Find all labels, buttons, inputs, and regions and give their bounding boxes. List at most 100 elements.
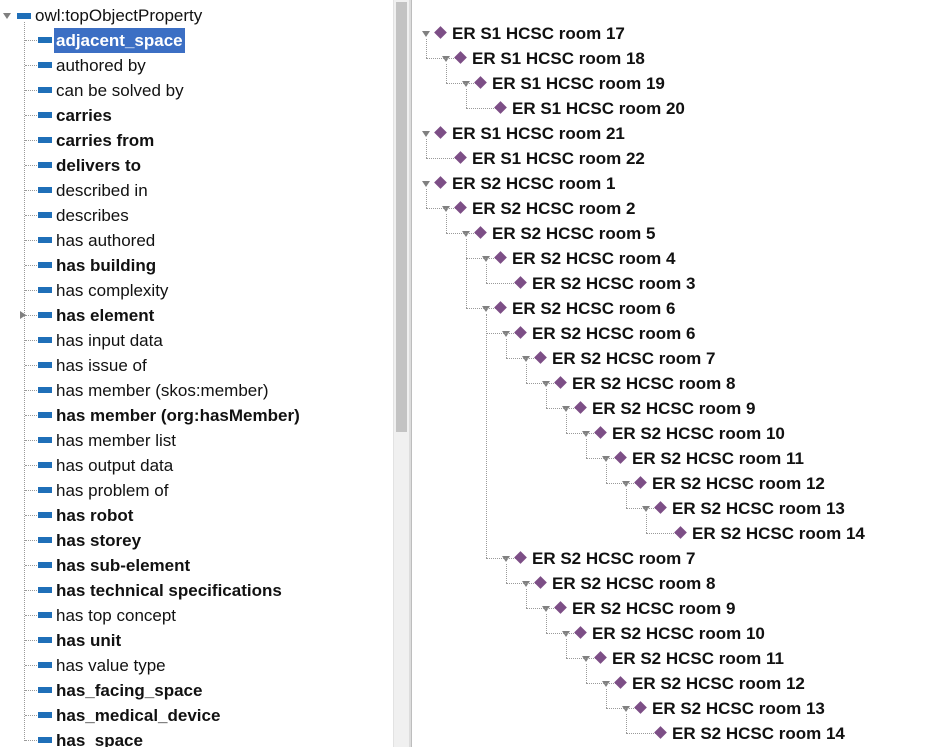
individual-item[interactable]: ER S2 HCSC room 12 xyxy=(650,471,827,496)
expand-arrow-down-icon[interactable] xyxy=(422,181,430,187)
expand-arrow-down-icon[interactable] xyxy=(542,606,550,612)
tree-connector-line xyxy=(426,189,427,208)
expand-arrow-down-icon[interactable] xyxy=(522,356,530,362)
individual-item[interactable]: ER S2 HCSC room 13 xyxy=(670,496,847,521)
object-property-icon xyxy=(38,362,52,368)
property-item[interactable]: has member list xyxy=(54,428,178,453)
property-item[interactable]: has input data xyxy=(54,328,165,353)
expand-arrow-right-icon[interactable] xyxy=(20,311,26,319)
property-item[interactable]: has_space xyxy=(54,728,145,747)
expand-arrow-down-icon[interactable] xyxy=(602,681,610,687)
scrollbar-thumb[interactable] xyxy=(396,2,407,432)
object-property-hierarchy-panel[interactable]: owl:topObjectProperty adjacent_space auth… xyxy=(0,0,393,747)
property-item[interactable]: has storey xyxy=(54,528,143,553)
individual-item[interactable]: ER S2 HCSC room 6 xyxy=(510,296,677,321)
expand-arrow-down-icon[interactable] xyxy=(422,31,430,37)
individual-item[interactable]: ER S1 HCSC room 21 xyxy=(450,121,627,146)
property-item[interactable]: carries xyxy=(54,103,114,128)
property-item[interactable]: delivers to xyxy=(54,153,143,178)
property-item[interactable]: has member (skos:member) xyxy=(54,378,271,403)
individual-item[interactable]: ER S2 HCSC room 8 xyxy=(570,371,737,396)
property-item[interactable]: has technical specifications xyxy=(54,578,284,603)
individual-item[interactable]: ER S2 HCSC room 10 xyxy=(590,621,767,646)
property-item[interactable]: has complexity xyxy=(54,278,170,303)
expand-arrow-down-icon[interactable] xyxy=(462,81,470,87)
individual-item[interactable]: ER S2 HCSC room 11 xyxy=(610,646,786,671)
tree-connector-line xyxy=(25,165,37,166)
property-item[interactable]: has output data xyxy=(54,453,175,478)
expand-arrow-down-icon[interactable] xyxy=(622,706,630,712)
expand-arrow-down-icon[interactable] xyxy=(562,631,570,637)
vertical-scrollbar[interactable] xyxy=(393,0,409,747)
individual-item[interactable]: ER S2 HCSC room 5 xyxy=(490,221,657,246)
individual-item[interactable]: ER S2 HCSC room 7 xyxy=(530,546,697,571)
expand-arrow-down-icon[interactable] xyxy=(3,13,11,19)
individual-item[interactable]: ER S1 HCSC room 19 xyxy=(490,71,667,96)
property-item[interactable]: has top concept xyxy=(54,603,178,628)
expand-arrow-down-icon[interactable] xyxy=(502,556,510,562)
tree-connector-line xyxy=(566,658,596,659)
individual-hierarchy-panel[interactable]: ER S1 HCSC room 17 ER S1 HCSC room 18 ER S… xyxy=(411,0,925,747)
individual-diamond-icon xyxy=(574,626,587,639)
expand-arrow-down-icon[interactable] xyxy=(482,306,490,312)
individual-item[interactable]: ER S1 HCSC room 18 xyxy=(470,46,647,71)
property-item[interactable]: has issue of xyxy=(54,353,149,378)
property-item[interactable]: adjacent_space xyxy=(54,28,185,53)
tree-connector-line xyxy=(446,64,447,83)
expand-arrow-down-icon[interactable] xyxy=(642,506,650,512)
individual-item[interactable]: ER S2 HCSC room 7 xyxy=(550,346,717,371)
individual-item[interactable]: ER S2 HCSC room 13 xyxy=(650,696,827,721)
property-item[interactable]: carries from xyxy=(54,128,156,153)
individual-item[interactable]: ER S2 HCSC room 6 xyxy=(530,321,697,346)
property-item[interactable]: authored by xyxy=(54,53,148,78)
individual-diamond-icon xyxy=(434,126,447,139)
object-property-icon xyxy=(38,137,52,143)
individual-item[interactable]: ER S1 HCSC room 22 xyxy=(470,146,647,171)
individual-item[interactable]: ER S2 HCSC room 11 xyxy=(630,446,806,471)
expand-arrow-down-icon[interactable] xyxy=(442,56,450,62)
property-item[interactable]: has unit xyxy=(54,628,123,653)
object-property-icon xyxy=(38,212,52,218)
property-item[interactable]: described in xyxy=(54,178,150,203)
expand-arrow-down-icon[interactable] xyxy=(602,456,610,462)
expand-arrow-down-icon[interactable] xyxy=(542,381,550,387)
expand-arrow-down-icon[interactable] xyxy=(502,331,510,337)
property-item[interactable]: has member (org:hasMember) xyxy=(54,403,302,428)
individual-item[interactable]: ER S2 HCSC room 12 xyxy=(630,671,807,696)
individual-item[interactable]: ER S1 HCSC room 17 xyxy=(450,21,627,46)
property-item[interactable]: has value type xyxy=(54,653,168,678)
expand-arrow-down-icon[interactable] xyxy=(462,231,470,237)
expand-arrow-down-icon[interactable] xyxy=(422,131,430,137)
individual-item[interactable]: ER S2 HCSC room 9 xyxy=(570,596,737,621)
individual-item[interactable]: ER S2 HCSC room 10 xyxy=(610,421,787,446)
expand-arrow-down-icon[interactable] xyxy=(442,206,450,212)
expand-arrow-down-icon[interactable] xyxy=(582,431,590,437)
individual-item[interactable]: ER S2 HCSC room 3 xyxy=(530,271,697,296)
property-item[interactable]: has_medical_device xyxy=(54,703,222,728)
property-item[interactable]: has building xyxy=(54,253,158,278)
individual-item[interactable]: ER S2 HCSC room 14 xyxy=(690,521,867,546)
expand-arrow-down-icon[interactable] xyxy=(482,256,490,262)
individual-item[interactable]: ER S2 HCSC room 8 xyxy=(550,571,717,596)
expand-arrow-down-icon[interactable] xyxy=(562,406,570,412)
property-item[interactable]: has element xyxy=(54,303,156,328)
object-property-icon xyxy=(38,87,52,93)
property-item[interactable]: has authored xyxy=(54,228,157,253)
property-item[interactable]: describes xyxy=(54,203,131,228)
expand-arrow-down-icon[interactable] xyxy=(622,481,630,487)
root-property-label[interactable]: owl:topObjectProperty xyxy=(33,3,204,28)
individual-item[interactable]: ER S2 HCSC room 2 xyxy=(470,196,637,221)
property-item[interactable]: has_facing_space xyxy=(54,678,204,703)
individual-item[interactable]: ER S2 HCSC room 4 xyxy=(510,246,677,271)
individual-item[interactable]: ER S2 HCSC room 1 xyxy=(450,171,617,196)
tree-connector-line xyxy=(25,290,37,291)
individual-item[interactable]: ER S2 HCSC room 9 xyxy=(590,396,757,421)
individual-item[interactable]: ER S1 HCSC room 20 xyxy=(510,96,687,121)
property-item[interactable]: can be solved by xyxy=(54,78,186,103)
property-item[interactable]: has robot xyxy=(54,503,135,528)
expand-arrow-down-icon[interactable] xyxy=(582,656,590,662)
individual-item[interactable]: ER S2 HCSC room 14 xyxy=(670,721,847,746)
property-item[interactable]: has sub-element xyxy=(54,553,192,578)
property-item[interactable]: has problem of xyxy=(54,478,170,503)
expand-arrow-down-icon[interactable] xyxy=(522,581,530,587)
